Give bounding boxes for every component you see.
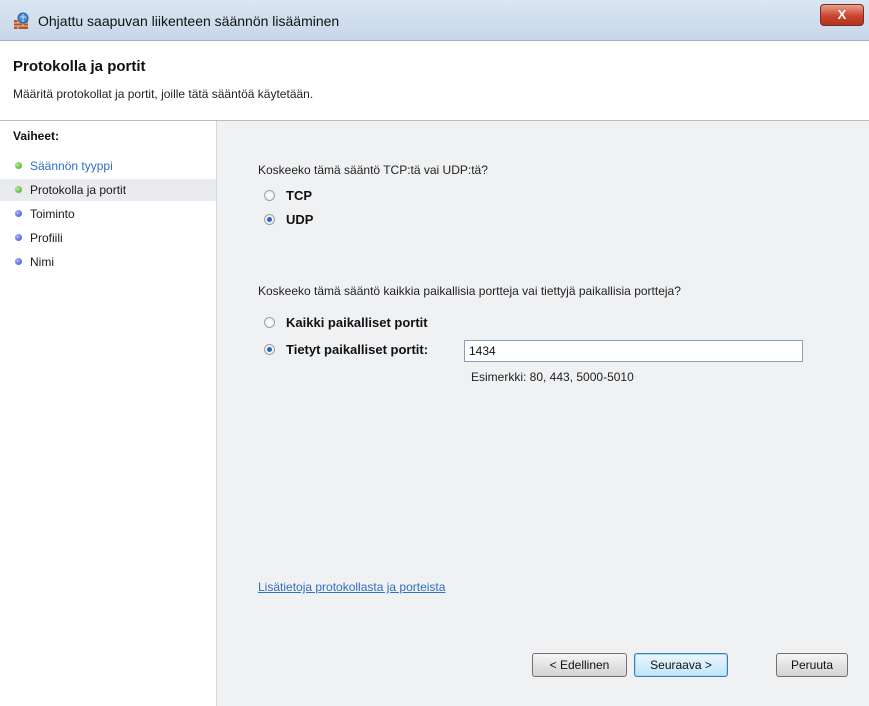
step-label: Nimi xyxy=(30,255,54,269)
back-button[interactable]: < Edellinen xyxy=(532,653,627,677)
ports-example: Esimerkki: 80, 443, 5000-5010 xyxy=(471,370,634,384)
title-bar: Ohjattu saapuvan liikenteen säännön lisä… xyxy=(0,0,869,41)
radio-label: UDP xyxy=(286,212,314,227)
step-profile: Profiili xyxy=(0,227,216,249)
main-panel: Koskeeko tämä sääntö TCP:tä vai UDP:tä? … xyxy=(217,121,869,706)
radio-circle[interactable] xyxy=(264,190,275,201)
ports-input[interactable] xyxy=(464,340,803,362)
cancel-button[interactable]: Peruuta xyxy=(776,653,848,677)
radio-label: TCP xyxy=(286,188,312,203)
step-label: Säännön tyyppi xyxy=(30,159,113,173)
step-protocol-ports[interactable]: Protokolla ja portit xyxy=(0,179,216,201)
step-label: Toiminto xyxy=(30,207,75,221)
firewall-icon xyxy=(14,12,29,29)
step-label: Profiili xyxy=(30,231,63,245)
wizard-header: Protokolla ja portit Määritä protokollat… xyxy=(0,41,869,121)
step-label: Protokolla ja portit xyxy=(30,183,127,197)
steps-heading: Vaiheet: xyxy=(13,129,60,143)
window-title: Ohjattu saapuvan liikenteen säännön lisä… xyxy=(38,13,340,29)
ports-question: Koskeeko tämä sääntö kaikkia paikallisia… xyxy=(258,284,681,298)
radio-label: Tietyt paikalliset portit: xyxy=(286,342,429,357)
step-done-icon xyxy=(15,186,22,193)
radio-circle[interactable] xyxy=(264,344,275,355)
step-done-icon xyxy=(15,162,22,169)
step-pending-icon xyxy=(15,258,22,265)
radio-label: Kaikki paikalliset portit xyxy=(286,315,428,330)
page-title: Protokolla ja portit xyxy=(13,58,146,75)
next-button[interactable]: Seuraava > xyxy=(634,653,728,677)
page-subtitle: Määritä protokollat ja portit, joille tä… xyxy=(13,87,314,101)
step-action: Toiminto xyxy=(0,203,216,225)
radio-circle[interactable] xyxy=(264,214,275,225)
radio-circle[interactable] xyxy=(264,317,275,328)
more-info-link[interactable]: Lisätietoja protokollasta ja porteista xyxy=(258,580,445,594)
step-pending-icon xyxy=(15,210,22,217)
step-pending-icon xyxy=(15,234,22,241)
close-icon: X xyxy=(837,7,847,22)
step-name: Nimi xyxy=(0,251,216,273)
step-rule-type[interactable]: Säännön tyyppi xyxy=(0,155,216,177)
protocol-question: Koskeeko tämä sääntö TCP:tä vai UDP:tä? xyxy=(258,163,488,177)
close-button[interactable]: X xyxy=(820,4,864,26)
steps-sidebar: Vaiheet: Säännön tyyppi Protokolla ja po… xyxy=(0,121,217,706)
